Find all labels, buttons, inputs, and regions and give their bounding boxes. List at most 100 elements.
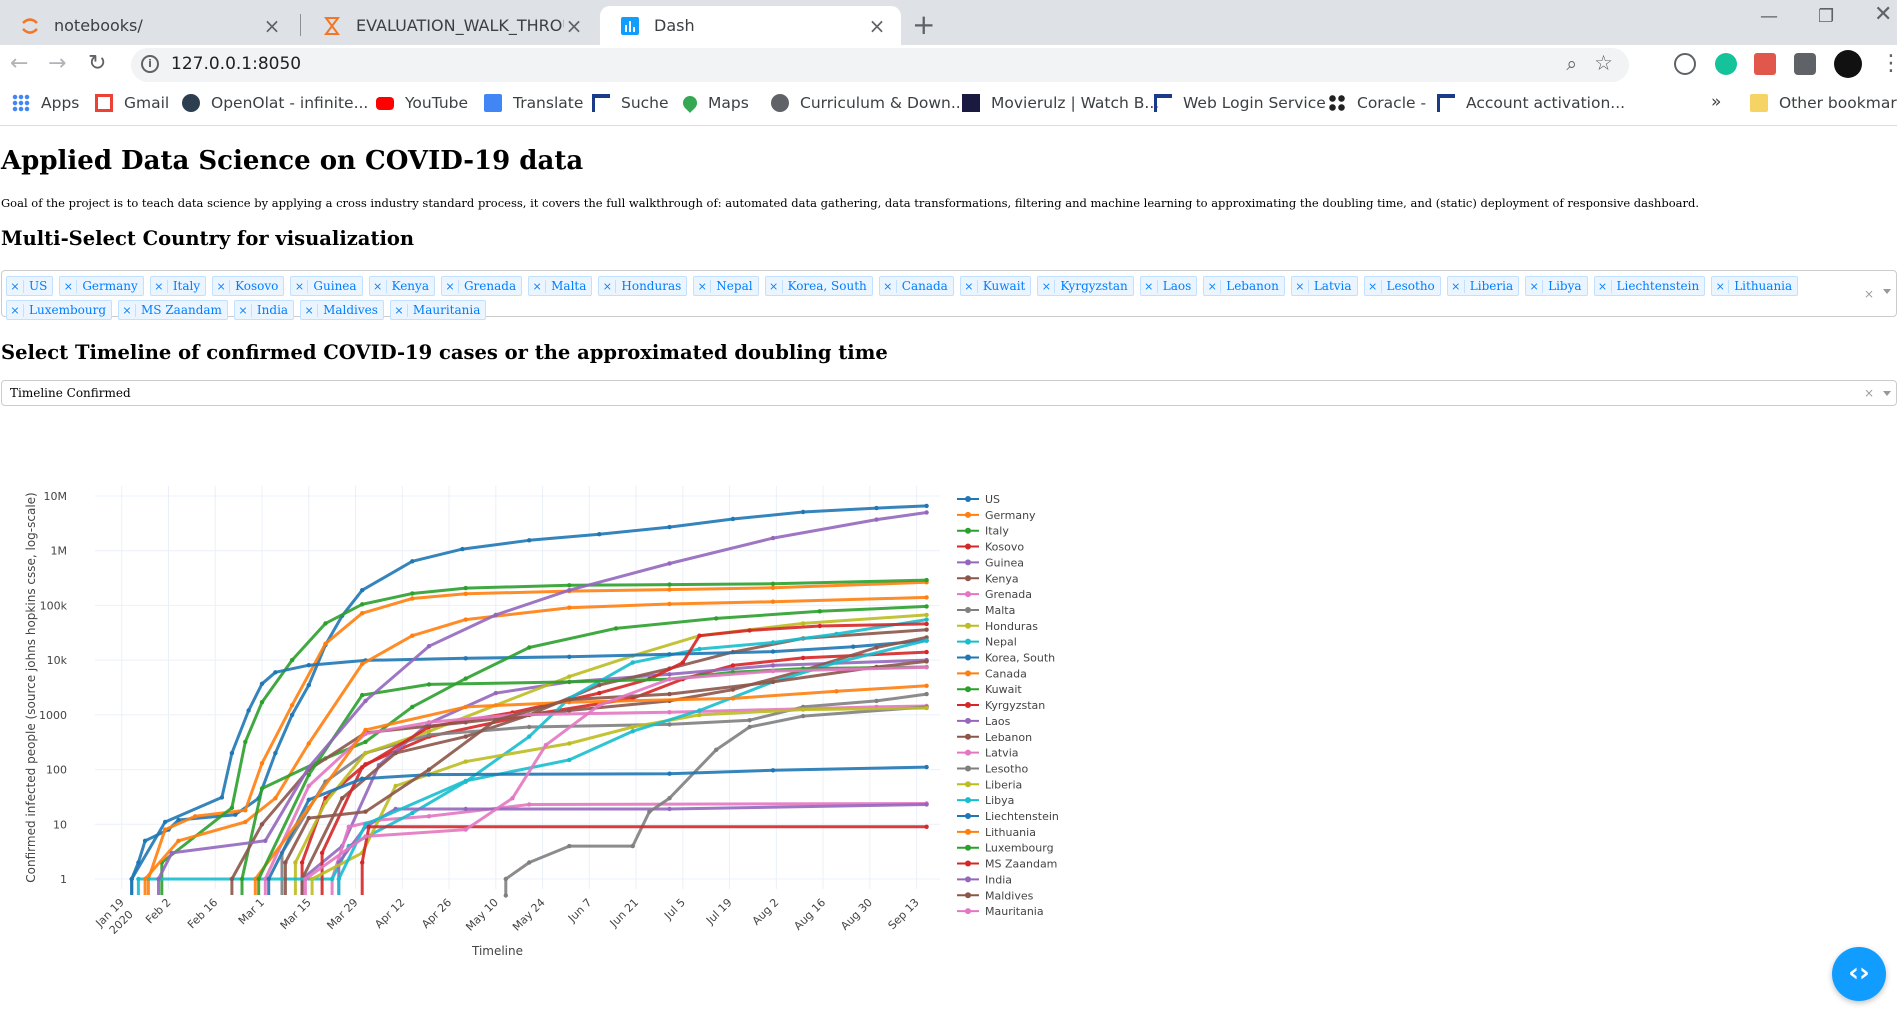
country-chip[interactable]: × Lesotho [1363,276,1441,296]
remove-chip-icon[interactable]: × [301,303,319,317]
series-point[interactable] [924,683,929,688]
remove-chip-icon[interactable]: × [766,279,783,293]
series-point[interactable] [306,783,311,789]
series-point[interactable] [229,750,235,756]
series-point[interactable] [329,876,335,882]
series-point[interactable] [463,806,468,812]
country-chip[interactable]: × Mauritania [389,300,487,320]
series-point[interactable] [527,538,532,543]
country-chip[interactable]: × Guinea [290,276,363,296]
series-point[interactable] [874,645,879,650]
series-point[interactable] [747,724,752,730]
series-point[interactable] [259,700,265,705]
series-point[interactable] [410,559,415,564]
series-point[interactable] [597,703,602,708]
remove-chip-icon[interactable]: × [694,279,712,293]
series-point[interactable] [273,796,278,801]
legend-label[interactable]: Malta [985,604,1015,617]
covid-timeline-chart[interactable]: 110100100010k100k1M10MJan 192020 Feb 2 Feb… [0,456,1100,1006]
series-point[interactable] [463,734,468,739]
country-chip[interactable]: × Lithuania [1711,276,1799,296]
series-point[interactable] [924,649,929,655]
series-point[interactable] [567,583,572,588]
url-text[interactable]: 127.0.0.1:8050 [171,54,301,74]
series-point[interactable] [924,503,929,509]
country-chip[interactable]: × Lebanon [1203,276,1285,296]
series-point[interactable] [503,893,508,898]
legend-label[interactable]: Nepal [985,636,1017,649]
remove-chip-icon[interactable]: × [291,279,309,293]
remove-chip-icon[interactable]: × [1365,279,1382,293]
series-point[interactable] [363,750,368,756]
minimize-icon[interactable]: — [1760,6,1778,27]
close-window-icon[interactable]: ✕ [1874,2,1892,27]
series-point[interactable] [567,654,572,659]
legend-label[interactable]: Kenya [985,572,1019,585]
series-point[interactable] [874,517,879,522]
country-multiselect[interactable]: × US × Germany × Italy × Kosovo × Guinea × Kenya × Gr… [1,270,1897,320]
series-point[interactable] [283,860,288,865]
more-bookmarks-button[interactable]: » [1711,92,1721,112]
series-line-grenada[interactable] [330,802,927,896]
legend-label[interactable]: Luxembourg [985,842,1054,855]
series-point[interactable] [503,876,508,882]
remove-chip-icon[interactable]: × [529,279,547,293]
series-point[interactable] [393,783,398,789]
series-point[interactable] [463,656,468,661]
series-point[interactable] [770,585,776,590]
legend-label[interactable]: Maldives [985,889,1034,902]
series-point[interactable] [834,660,839,665]
series-point[interactable] [770,663,776,668]
new-tab-button[interactable]: + [912,8,935,41]
series-point[interactable] [667,587,672,592]
series-point[interactable] [924,659,929,664]
bookmark-web-login[interactable]: Web Login Service [1154,94,1326,112]
series-point[interactable] [697,712,702,718]
series-point[interactable] [410,704,415,710]
grammarly-icon[interactable] [1715,53,1737,75]
legend-label[interactable]: Grenada [985,588,1032,601]
legend-label[interactable]: Canada [985,667,1027,680]
country-chip[interactable]: × Maldives [300,300,384,320]
series-point[interactable] [924,604,929,609]
series-point[interactable] [323,641,328,646]
series-point[interactable] [193,814,198,819]
series-point[interactable] [273,670,278,675]
series-point[interactable] [360,661,365,667]
series-point[interactable] [567,697,572,702]
remove-chip-icon[interactable]: × [213,279,231,293]
series-point[interactable] [730,663,736,668]
series-point[interactable] [426,644,432,649]
bookmark-maps[interactable]: Maps [680,93,749,113]
series-point[interactable] [360,588,365,593]
bookmark-other[interactable]: Other bookmarks [1750,94,1897,112]
country-chip[interactable]: × Luxembourg [6,300,112,320]
series-point[interactable] [169,850,174,856]
series-point[interactable] [426,814,432,819]
series-point[interactable] [142,838,148,843]
series-point[interactable] [363,834,368,839]
series-point[interactable] [219,795,225,800]
series-point[interactable] [363,698,368,704]
series-point[interactable] [410,810,415,816]
series-point[interactable] [667,524,672,530]
bookmark-coracle[interactable]: Coracle - [1328,94,1426,112]
close-tab-icon[interactable]: × [564,14,584,38]
series-point[interactable] [363,727,368,733]
series-point[interactable] [259,786,265,791]
remove-chip-icon[interactable]: × [1595,279,1612,293]
series-point[interactable] [363,739,368,745]
series-point[interactable] [800,509,806,515]
legend-label[interactable]: US [985,493,1000,506]
series-point[interactable] [346,824,351,829]
legend-label[interactable]: Lebanon [985,731,1032,744]
series-point[interactable] [667,771,672,776]
series-point[interactable] [647,809,652,814]
series-point[interactable] [630,724,635,730]
series-point[interactable] [319,850,325,856]
series-point[interactable] [667,710,672,715]
country-chip[interactable]: × Korea, South [764,276,873,296]
address-bar[interactable]: i 127.0.0.1:8050 ⌕ ☆ [131,48,1629,82]
legend-label[interactable]: Lithuania [985,826,1036,839]
series-point[interactable] [817,623,822,629]
